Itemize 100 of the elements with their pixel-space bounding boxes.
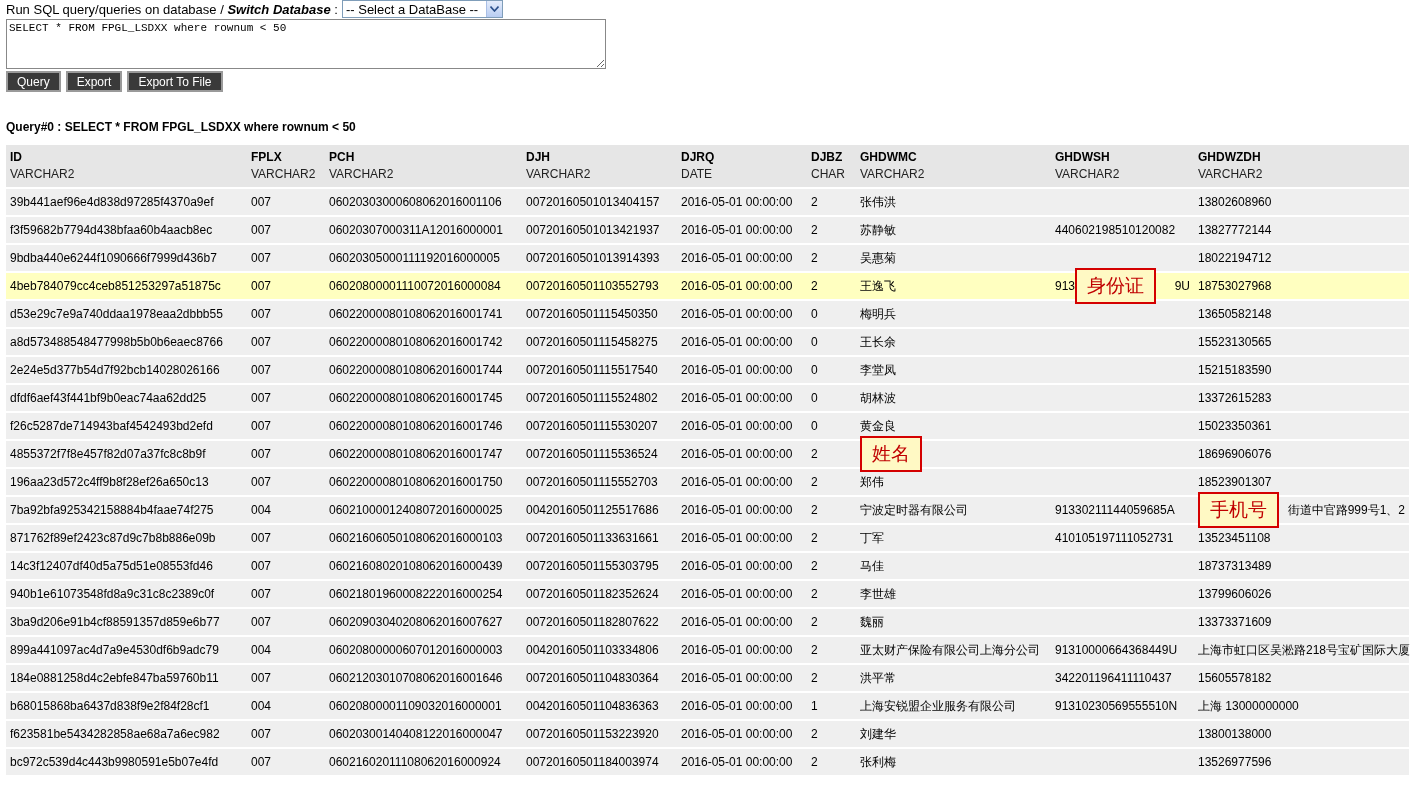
table-cell: 00720160501115536524 [526, 447, 658, 461]
column-header: FPLX VARCHAR2 [247, 145, 325, 188]
table-cell: 13526977596 [1198, 755, 1272, 769]
table-cell: 13373371609 [1198, 615, 1272, 629]
table-row[interactable]: b68015868ba6437d838f9e2f84f28cf1 004 06020800001109032016000001 00420160501104836363 2016-05-01 00:00:00 1 上海安锐盟企业服务有限公司 91310230569555510N 上海 13000000000 [6, 692, 1409, 720]
table-cell: 2016-05-01 00:00:00 [681, 503, 793, 517]
column-header: GHDWSH VARCHAR2 [1051, 145, 1194, 188]
table-cell: 00720160501013914393 [526, 251, 660, 265]
column-header: GHDWZDH VARCHAR2 [1194, 145, 1409, 188]
table-cell: 2 [811, 615, 818, 629]
table-cell: 魏丽 [860, 613, 884, 631]
database-select[interactable]: -- Select a DataBase -- [341, 0, 503, 18]
table-cell: 0 [811, 391, 818, 405]
table-row[interactable]: a8d573488548477998b5b0b6eaec8766 007 06022000080108062016001742 00720160501115458275 2016-05-01 00:00:00 0 王长余 15523130565 [6, 328, 1409, 356]
table-cell: 06020800001110072016000084 [329, 279, 501, 293]
table-row[interactable]: 940b1e61073548fd8a9c31c8c2389c0f 007 06021801960008222016000254 00720160501182352624 2016-05-01 00:00:00 2 李世雄 13799606026 [6, 580, 1409, 608]
table-cell: 06020307000311A12016000001 [329, 223, 503, 237]
table-cell: 2 [811, 475, 818, 489]
table-cell: a8d573488548477998b5b0b6eaec8766 [10, 335, 223, 349]
table-cell: 2 [811, 755, 818, 769]
table-cell: 007 [251, 223, 272, 237]
table-cell: 9bdba440e6244f1090666f7999d436b7 [10, 251, 217, 265]
table-cell: 2 [811, 195, 818, 209]
table-cell: 007 [251, 475, 272, 489]
table-cell: 00720160501103552793 [526, 279, 659, 293]
table-cell: 0 [811, 419, 818, 433]
table-row[interactable]: 9bdba440e6244f1090666f7999d436b7 007 06020305000111192016000005 00720160501013914393 2016-05-01 00:00:00 2 吴惠菊 18022194712 [6, 244, 1409, 272]
table-cell: 15023350361 [1198, 419, 1272, 433]
table-cell: 上海安锐盟企业服务有限公司 [860, 697, 1016, 715]
table-cell: 91330211144059685A [1055, 503, 1175, 517]
table-cell: 2016-05-01 00:00:00 [681, 559, 793, 573]
table-cell: 007 [251, 671, 272, 685]
table-cell: 2016-05-01 00:00:00 [681, 335, 793, 349]
table-row[interactable]: 899a441097ac4d7a9e4530df6b9adc79 004 06020800000607012016000003 00420160501103334806 2016-05-01 00:00:00 2 亚太财产保险有限公司上海分公司 91310000664368449U 上海市虹口区吴淞路218号宝矿国际大厦 [6, 636, 1409, 664]
table-cell: 13523451108 [1198, 531, 1271, 545]
table-cell: 00720160501184003974 [526, 755, 659, 769]
table-cell: f26c5287de714943baf4542493bd2efd [10, 419, 213, 433]
table-cell: 007 [251, 279, 272, 293]
table-cell: 06021000012408072016000025 [329, 503, 503, 517]
table-row[interactable]: 871762f89ef2423c87d9c7b8b886e09b 007 06021606050108062016000103 00720160501133631661 2016-05-01 00:00:00 2 丁军 410105197111052731 13523451108 [6, 524, 1409, 552]
table-cell: 007 [251, 307, 272, 321]
table-cell: 00720160501115458275 [526, 335, 658, 349]
table-cell: 15215183590 [1198, 363, 1272, 377]
table-cell: 4beb784079cc4ceb851253297a51875c [10, 279, 221, 293]
table-cell: 007 [251, 251, 272, 265]
table-cell: 940b1e61073548fd8a9c31c8c2389c0f [10, 587, 215, 601]
table-cell: 15523130565 [1198, 335, 1272, 349]
table-cell: 06022000080108062016001747 [329, 447, 503, 461]
toolbar-button[interactable]: Query [6, 71, 61, 92]
table-cell: 2 [811, 223, 818, 237]
table-row[interactable]: 2e24e5d377b54d7f92bcb14028026166 007 06022000080108062016001744 00720160501115517540 2016-05-01 00:00:00 0 李堂凤 15215183590 [6, 356, 1409, 384]
table-cell: 13799606026 [1198, 587, 1272, 601]
table-cell: 2016-05-01 00:00:00 [681, 419, 793, 433]
table-cell: 004 [251, 699, 272, 713]
table-row[interactable]: 3ba9d206e91b4cf88591357d859e6b77 007 06020903040208062016007627 00720160501182807622 2016-05-01 00:00:00 2 魏丽 13373371609 [6, 608, 1409, 636]
column-header: ID VARCHAR2 [6, 145, 247, 188]
table-row[interactable]: 196aa23d572c4ff9b8f28ef26a650c13 007 06022000080108062016001750 00720160501115552703 2016-05-01 00:00:00 2 郑伟 18523901307 [6, 468, 1409, 496]
table-cell: 410105197111052731 [1055, 531, 1174, 545]
table-cell: 13827772144 [1198, 223, 1272, 237]
table-cell: 丁军 [860, 529, 884, 547]
table-cell: 06021203010708062016001646 [329, 671, 503, 685]
table-cell: 0 [811, 335, 818, 349]
sql-input[interactable]: SELECT * FROM FPGL_LSDXX where rownum < 50 [6, 19, 606, 69]
table-cell: 18022194712 [1198, 251, 1272, 265]
toolbar-button[interactable]: Export [65, 71, 123, 92]
table-cell: 上海市虹口区吴淞路218号宝矿国际大厦 [1198, 641, 1411, 659]
table-row[interactable]: 39b441aef96e4d838d97285f4370a9ef 007 06020303000608062016001106 00720160501013404157 2016-05-01 00:00:00 2 张伟洪 13802608960 [6, 188, 1409, 216]
toolbar-button[interactable]: Export To File [127, 71, 223, 92]
table-cell: 2 [811, 671, 818, 685]
column-header: GHDWMC VARCHAR2 [856, 145, 1051, 188]
table-cell: 4855372f7f8e457f82d07a37fc8c8b9f [10, 447, 206, 461]
table-cell: 18523901307 [1198, 475, 1272, 489]
table-row[interactable]: d53e29c7e9a740ddaa1978eaa2dbbb55 007 06022000080108062016001741 00720160501115450350 2016-05-01 00:00:00 0 梅明兵 13650582148 [6, 300, 1409, 328]
table-row[interactable]: dfdf6aef43f441bf9b0eac74aa62dd25 007 06022000080108062016001745 00720160501115524802 2016-05-01 00:00:00 0 胡林波 13372615283 [6, 384, 1409, 412]
intro-text: Run SQL query/queries on database / Switch Database : [6, 1, 338, 17]
table-cell: 2016-05-01 00:00:00 [681, 615, 793, 629]
table-cell: 2016-05-01 00:00:00 [681, 587, 793, 601]
table-cell: 007 [251, 195, 272, 209]
table-row[interactable]: f623581be5434282858ae68a7a6ec982 007 06020300140408122016000047 00720160501153223920 2016-05-01 00:00:00 2 刘建华 13800138000 [6, 720, 1409, 748]
table-cell: 007 [251, 419, 272, 433]
table-row[interactable]: f26c5287de714943baf4542493bd2efd 007 06022000080108062016001746 00720160501115530207 2016-05-01 00:00:00 0 黄金良 15023350361 [6, 412, 1409, 440]
table-cell: 刘建华 [860, 725, 896, 743]
table-cell: 李堂凤 [860, 361, 896, 379]
table-cell: 2016-05-01 00:00:00 [681, 475, 793, 489]
annotation-label: 身份证 [1075, 268, 1157, 304]
table-cell: 王长余 [860, 333, 896, 351]
table-cell: 上海 13000000000 [1198, 697, 1299, 715]
column-header: PCH VARCHAR2 [325, 145, 522, 188]
table-row[interactable]: f3f59682b7794d438bfaa60b4aacb8ec 007 06020307000311A12016000001 00720160501013421937 2016-05-01 00:00:00 2 苏静敏 440602198510120082 13827772144 [6, 216, 1409, 244]
table-cell: 00420160501125517686 [526, 503, 659, 517]
table-cell: 洪平常 [860, 669, 896, 687]
table-cell: 00420160501103334806 [526, 643, 659, 657]
annotation-label: 手机号 [1198, 492, 1279, 528]
table-row[interactable]: 184e0881258d4c2ebfe847ba59760b11 007 06021203010708062016001646 00720160501104830364 2016-05-01 00:00:00 2 洪平常 342201196411110437 15605578182 [6, 664, 1409, 692]
table-row[interactable]: bc972c539d4c443b9980591e5b07e4fd 007 06021602011108062016000924 00720160501184003974 2016-05-01 00:00:00 2 张利梅 13526977596 [6, 748, 1409, 775]
table-cell: 吴惠菊 [860, 249, 896, 267]
table-cell: 2 [811, 643, 818, 657]
table-cell: 2 [811, 251, 818, 265]
table-cell: 007 [251, 335, 272, 349]
table-row[interactable]: 14c3f12407df40d5a75d51e08553fd46 007 06021608020108062016000439 00720160501155303795 2016-05-01 00:00:00 2 马佳 18737313489 [6, 552, 1409, 580]
